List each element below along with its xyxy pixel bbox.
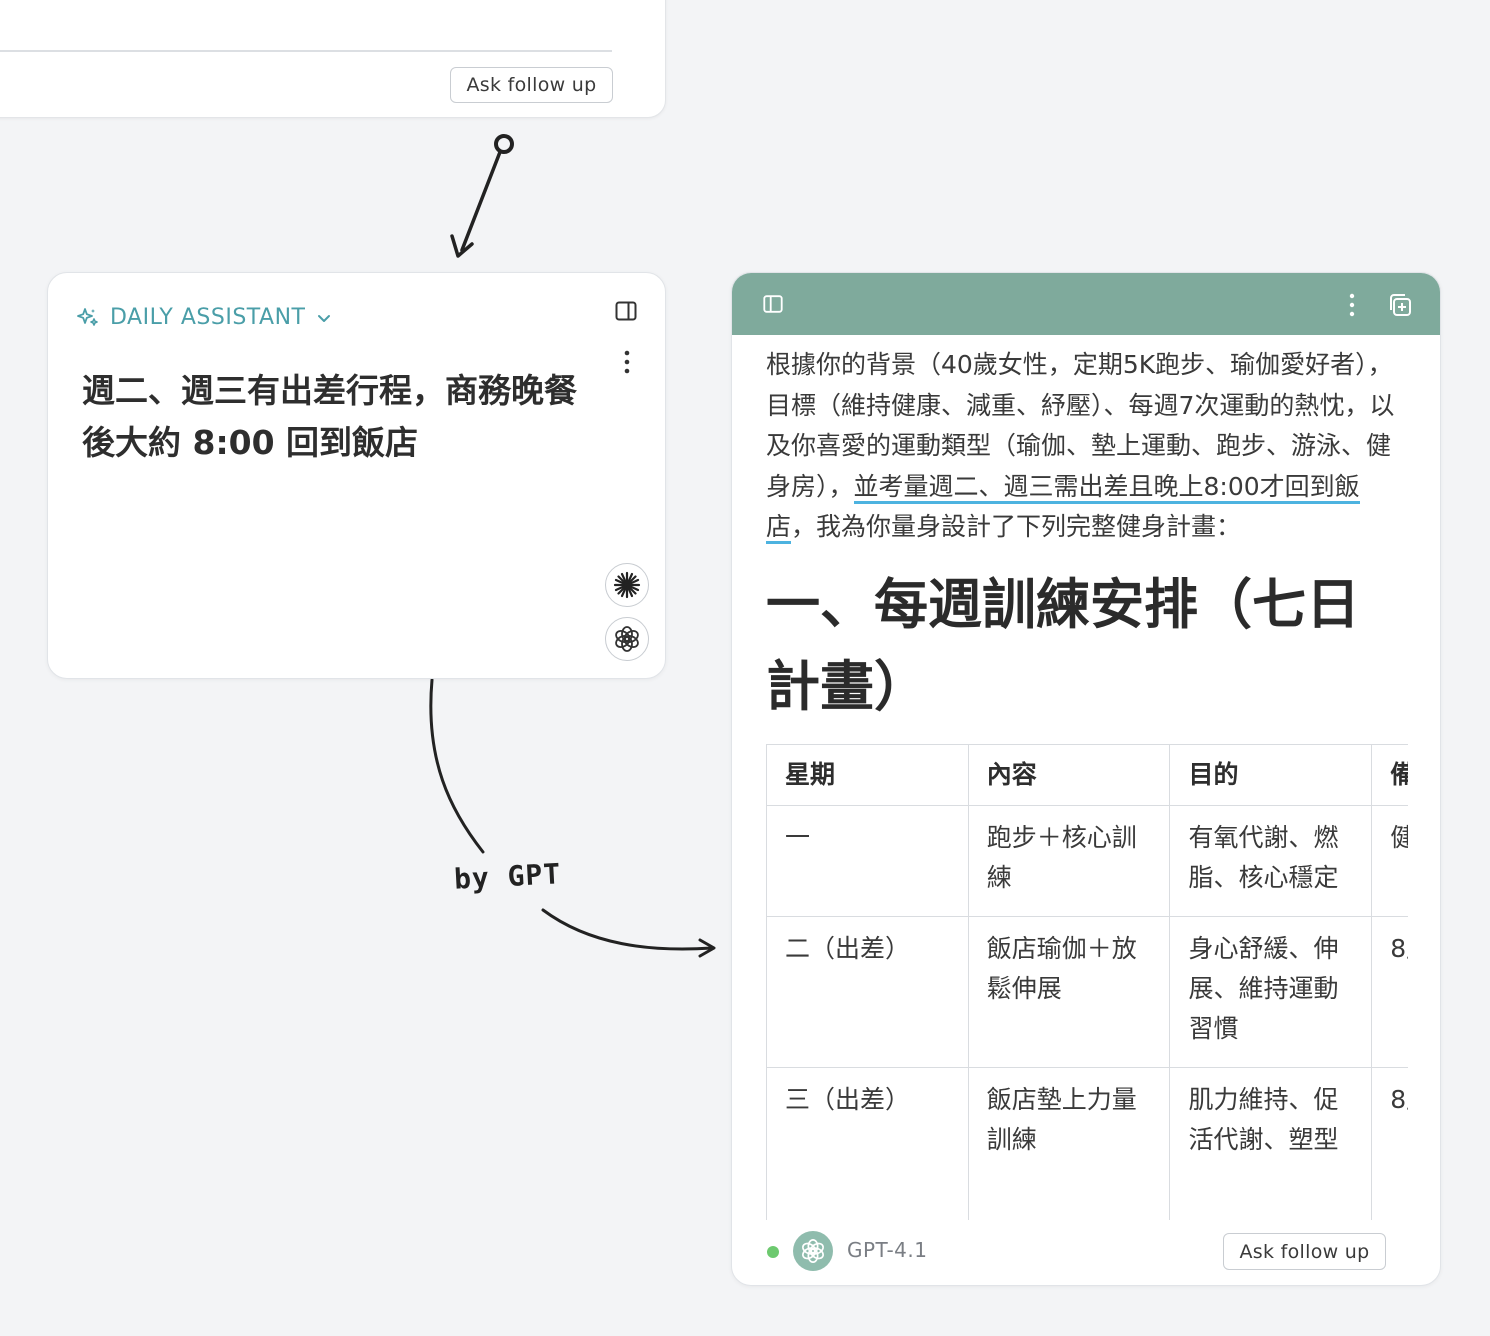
gpt-response-card[interactable]: 根據你的背景（40歲女性，定期5K跑步、瑜伽愛好者），目標（維持健康、減重、紓壓… (731, 272, 1441, 1286)
column-header: 內容 (967, 743, 1171, 806)
ask-follow-up-button[interactable]: Ask follow up (1223, 1233, 1386, 1270)
table-cell: 二（出差） (766, 915, 969, 1068)
side-panel-icon[interactable] (762, 293, 784, 315)
gpt-response-body[interactable]: 根據你的背景（40歲女性，定期5K跑步、瑜伽愛好者），目標（維持健康、減重、紓壓… (766, 345, 1408, 1220)
more-vertical-icon[interactable] (618, 349, 636, 375)
table-cell: 身心舒緩、伸展、維持運動習慣 (1169, 915, 1373, 1068)
table-cell: 飯店墊上力量訓練 (967, 1066, 1171, 1220)
model-avatar (793, 1231, 833, 1271)
divider (0, 50, 612, 52)
table-cell: 跑步＋核心訓練 (967, 804, 1171, 917)
table-cell: 8房 (1371, 915, 1408, 1068)
model-name: GPT-4.1 (847, 1238, 928, 1262)
connector-label: by GPT (453, 857, 562, 896)
table-cell: 一 (766, 804, 969, 917)
table-row: 三（出差） 飯店墊上力量訓練 肌力維持、促活代謝、塑型 8房簡 (766, 1066, 1408, 1220)
more-vertical-icon[interactable] (1343, 292, 1361, 318)
column-header: 目的 (1169, 743, 1373, 806)
table-cell: 飯店瑜伽＋放鬆伸展 (967, 915, 1171, 1068)
column-header: 星期 (766, 743, 969, 806)
openai-model-button[interactable] (605, 617, 649, 661)
ask-follow-up-button[interactable]: Ask follow up (450, 67, 613, 103)
assistant-name: DAILY ASSISTANT (110, 305, 306, 330)
prompt-text[interactable]: 週二、週三有出差行程，商務晚餐後大約 8:00 回到飯店 (82, 365, 582, 469)
daily-assistant-card[interactable]: DAILY ASSISTANT 週二、週三有出差行程，商務晚餐後大約 8:00 … (47, 272, 666, 679)
column-header: 備 (1371, 743, 1408, 806)
response-intro: 根據你的背景（40歲女性，定期5K跑步、瑜伽愛好者），目標（維持健康、減重、紓壓… (766, 345, 1406, 548)
table-cell: 8房簡 (1371, 1066, 1408, 1220)
section-heading: 一、每週訓練安排（七日計畫） (766, 572, 1360, 718)
sparkle-icon (77, 307, 98, 326)
connector-line-curve-upper (429, 678, 485, 854)
arrowhead-right (698, 938, 716, 958)
intro-text-end: ，我為你量身設計了下列完整健身計畫： (791, 512, 1242, 541)
connector-handle (494, 134, 514, 154)
connector-line-curve-lower (541, 908, 714, 951)
gpt-card-header (732, 273, 1440, 335)
openai-icon (615, 626, 639, 652)
table-row: 一 跑步＋核心訓練 有氧代謝、燃脂、核心穩定 健晚 (766, 804, 1408, 917)
table-cell: 肌力維持、促活代謝、塑型 (1169, 1066, 1373, 1220)
table-header-row: 星期 內容 目的 備 (766, 743, 1408, 806)
side-panel-icon[interactable] (614, 299, 638, 323)
gpt-card-footer: GPT-4.1 Ask follow up (732, 1218, 1440, 1285)
status-indicator (767, 1246, 779, 1258)
assistant-selector[interactable]: DAILY ASSISTANT (76, 305, 333, 330)
duplicate-icon[interactable] (1387, 292, 1413, 318)
arrowhead-top (450, 234, 474, 258)
previous-node-card: Ask follow up (0, 0, 666, 118)
table-row: 二（出差） 飯店瑜伽＋放鬆伸展 身心舒緩、伸展、維持運動習慣 8房 (766, 915, 1408, 1068)
claude-icon (613, 571, 641, 599)
connector-line-top (460, 150, 502, 252)
claude-model-button[interactable] (605, 563, 649, 607)
table-cell: 健晚 (1371, 804, 1408, 917)
openai-icon (802, 1239, 824, 1263)
table-cell: 三（出差） (766, 1066, 969, 1220)
chevron-down-icon (318, 314, 331, 322)
table-cell: 有氧代謝、燃脂、核心穩定 (1169, 804, 1373, 917)
weekly-plan-table: 星期 內容 目的 備 一 跑步＋核心訓練 有氧代謝、燃脂、核心穩定 健晚 二（出… (766, 743, 1408, 1220)
